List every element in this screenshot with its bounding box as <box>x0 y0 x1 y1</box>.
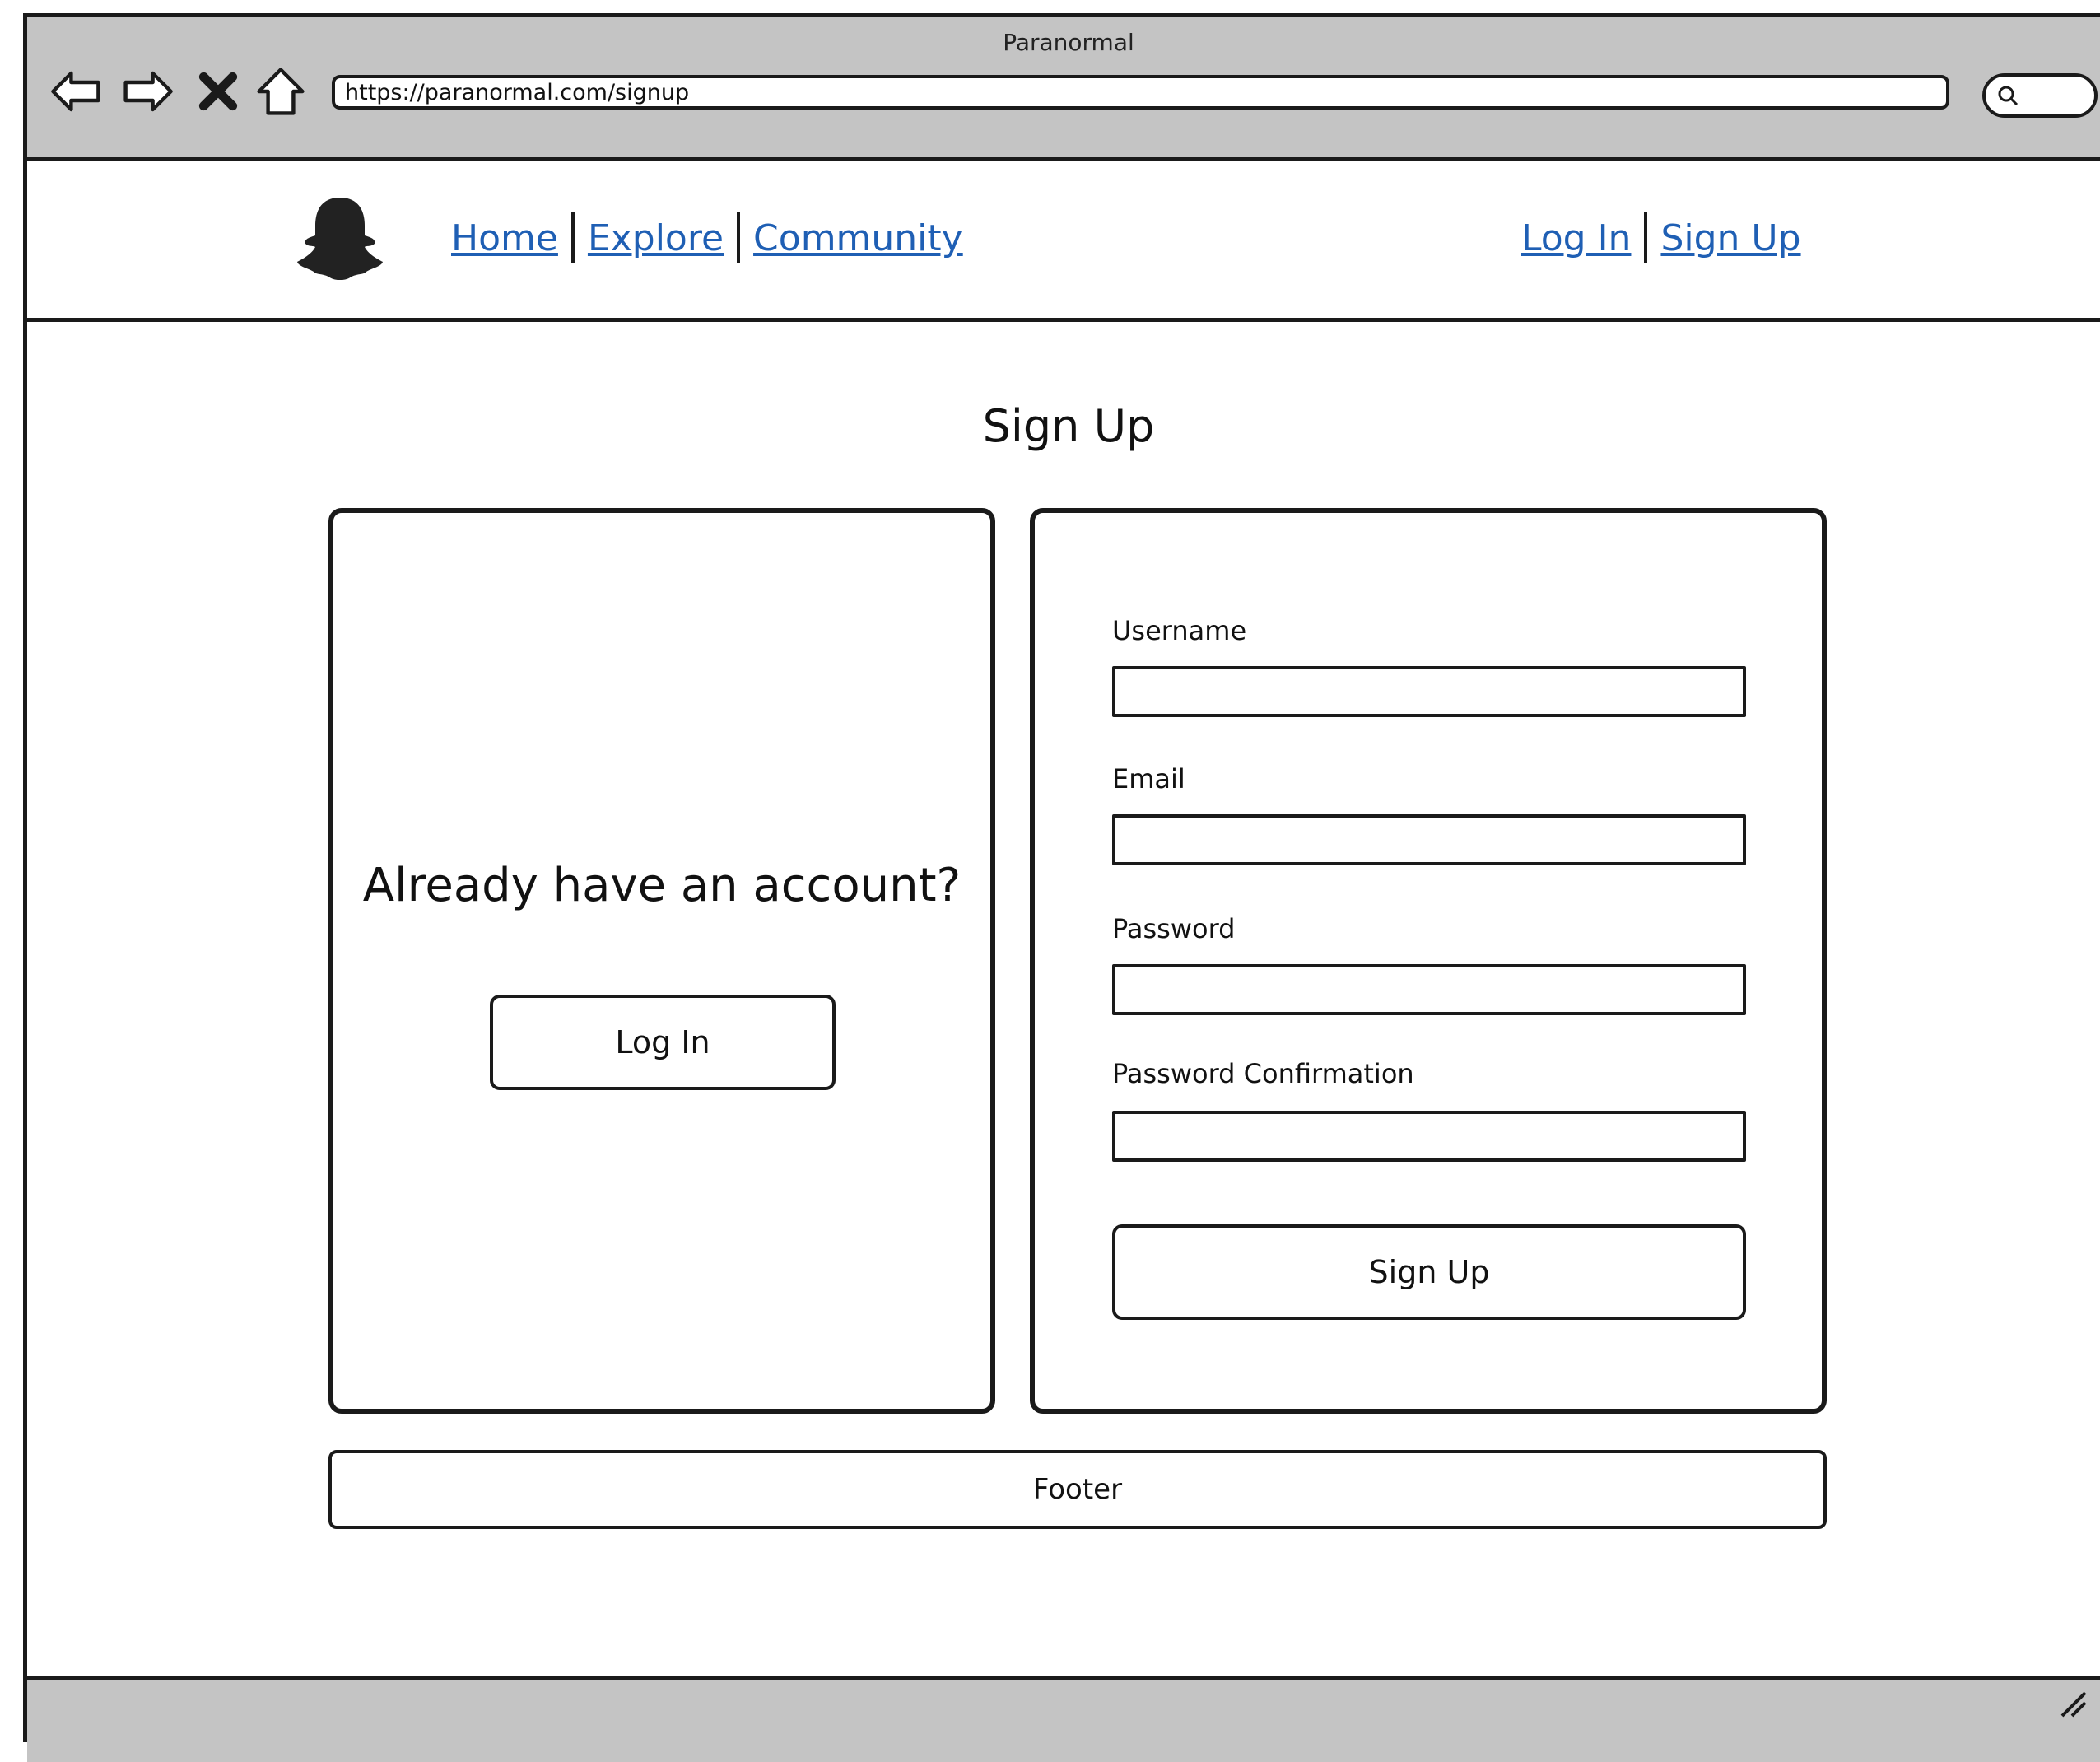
ghost-icon[interactable] <box>291 193 389 283</box>
username-input[interactable] <box>1112 666 1746 717</box>
signup-form: Username Email Password Password Confirm… <box>1030 508 1827 1414</box>
nav-divider <box>570 212 575 263</box>
browser-status-bar <box>27 1676 2100 1762</box>
browser-window: Paranormal https://paranormal.com/signup… <box>23 13 2100 1762</box>
header-signup-link[interactable]: Sign Up <box>1660 217 1800 259</box>
auth-nav: Log In Sign Up <box>1521 212 1801 263</box>
nav-divider <box>1644 212 1648 263</box>
forward-arrow-icon <box>123 71 173 112</box>
footer: Footer <box>328 1450 1827 1529</box>
signup-button[interactable]: Sign Up <box>1112 1224 1746 1320</box>
site-header: Home Explore Community Log In Sign Up <box>27 161 2100 322</box>
password-label: Password <box>1112 913 1236 944</box>
browser-chrome: Paranormal <box>27 17 2100 161</box>
nav-home-link[interactable]: Home <box>451 217 558 259</box>
login-prompt-text: Already have an account? <box>362 859 962 912</box>
forward-button[interactable] <box>114 58 180 124</box>
username-label: Username <box>1112 615 1247 646</box>
window-title: Paranormal <box>1003 29 1134 56</box>
stop-button[interactable] <box>185 58 251 124</box>
nav-explore-link[interactable]: Explore <box>588 217 724 259</box>
url-input[interactable] <box>332 75 1949 110</box>
search-icon <box>1998 86 2019 106</box>
password-input[interactable] <box>1112 964 1746 1015</box>
page-title: Sign Up <box>982 400 1155 452</box>
browser-search[interactable] <box>1982 73 2098 118</box>
password-confirmation-label: Password Confirmation <box>1112 1058 1414 1089</box>
header-login-link[interactable]: Log In <box>1521 217 1631 259</box>
password-confirmation-input[interactable] <box>1112 1111 1746 1162</box>
email-input[interactable] <box>1112 814 1746 865</box>
nav-community-link[interactable]: Community <box>753 217 963 259</box>
primary-nav: Home Explore Community <box>451 212 963 263</box>
email-label: Email <box>1112 763 1185 795</box>
login-button[interactable]: Log In <box>490 995 836 1090</box>
login-prompt-panel: Already have an account? Log In <box>328 508 995 1414</box>
nav-divider <box>737 212 741 263</box>
close-icon <box>198 72 238 111</box>
resize-grip-icon[interactable] <box>2054 1685 2087 1718</box>
home-icon <box>257 68 305 115</box>
back-button[interactable] <box>44 58 109 124</box>
back-arrow-icon <box>51 71 100 112</box>
home-button[interactable] <box>248 58 314 124</box>
